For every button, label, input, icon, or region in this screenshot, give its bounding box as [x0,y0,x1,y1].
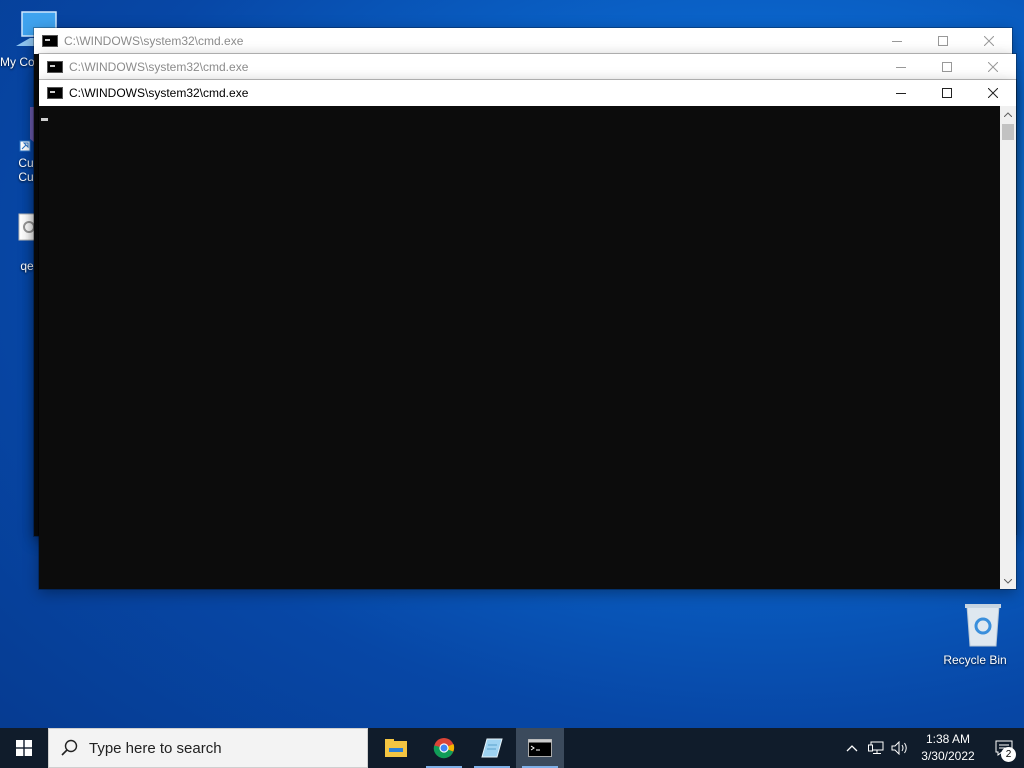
minimize-button[interactable] [878,54,924,80]
chevron-up-icon [846,745,858,752]
scroll-down-arrow[interactable] [1000,573,1016,589]
text-cursor [41,118,48,121]
chrome-icon [433,738,455,759]
maximize-button[interactable] [924,80,970,106]
maximize-button[interactable] [924,54,970,80]
clock-time: 1:38 AM [925,732,971,746]
windows-logo-icon [16,740,32,756]
action-center-button[interactable]: 2 [984,728,1024,768]
desktop-icon-recycle-bin[interactable]: Recycle Bin [940,602,1010,667]
notification-count-badge: 2 [1001,747,1016,762]
start-button[interactable] [0,728,48,768]
taskbar-app-command-prompt[interactable] [516,728,564,768]
taskbar-app-file-explorer[interactable] [372,728,420,768]
scroll-up-arrow[interactable] [1000,106,1016,122]
command-prompt-icon [528,739,552,757]
search-placeholder: Type here to search [89,739,222,757]
taskbar-app-notepad[interactable] [468,728,516,768]
notepad-icon [481,738,503,758]
close-button[interactable] [970,54,1016,80]
taskbar-app-chrome[interactable] [420,728,468,768]
system-tray: 1:38 AM 3/30/2022 2 [840,728,1024,768]
maximize-button[interactable] [920,28,966,54]
minimize-button[interactable] [874,28,920,54]
close-button[interactable] [970,80,1016,106]
recycle-bin-icon [964,604,1001,647]
file-explorer-icon [385,739,407,757]
vertical-scrollbar[interactable] [1000,106,1016,589]
cmd-window-active[interactable]: C:\WINDOWS\system32\cmd.exe [39,80,1016,589]
volume-icon-button[interactable] [888,728,912,768]
window-titlebar[interactable]: C:\WINDOWS\system32\cmd.exe [39,54,1016,80]
network-icon-button[interactable] [864,728,888,768]
window-titlebar[interactable]: C:\WINDOWS\system32\cmd.exe [39,80,1016,106]
taskbar-clock[interactable]: 1:38 AM 3/30/2022 [912,731,984,765]
volume-icon [891,741,907,755]
window-title: C:\WINDOWS\system32\cmd.exe [64,34,244,48]
cmd-app-icon [47,61,63,73]
close-button[interactable] [966,28,1012,54]
scroll-thumb[interactable] [1002,124,1014,140]
window-title: C:\WINDOWS\system32\cmd.exe [69,86,249,100]
show-hidden-icons-button[interactable] [840,728,864,768]
cmd-app-icon [42,35,58,47]
desktop-icon-label: Recycle Bin [943,653,1007,667]
window-title: C:\WINDOWS\system32\cmd.exe [69,60,249,74]
console-area[interactable] [39,106,1000,589]
window-titlebar[interactable]: C:\WINDOWS\system32\cmd.exe [34,28,1012,54]
minimize-button[interactable] [878,80,924,106]
cmd-app-icon [47,87,63,99]
search-icon [61,739,78,756]
taskbar: Type here to search 1:38 AM 3/30/2022 2 [0,728,1024,768]
taskbar-search-box[interactable]: Type here to search [48,728,368,768]
clock-date: 3/30/2022 [921,749,975,763]
network-icon [868,741,884,754]
